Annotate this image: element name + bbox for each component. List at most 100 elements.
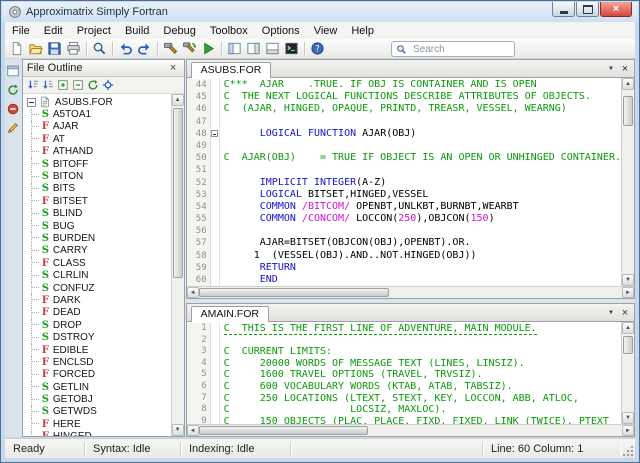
outline-item-enclsd[interactable]: FENCLSD xyxy=(23,356,171,368)
scroll-right-icon[interactable]: ► xyxy=(622,287,634,298)
collapse-icon[interactable] xyxy=(27,98,36,107)
code-line-57[interactable]: 57 AJAR=BITSET(OBJCON(OBJ),OPENBT).OR. xyxy=(187,237,621,249)
scroll-track[interactable] xyxy=(199,287,622,298)
scroll-left-icon[interactable]: ◄ xyxy=(187,287,199,298)
outline-item-bitset[interactable]: FBITSET xyxy=(23,195,171,207)
code-line-4[interactable]: 4C 20000 WORDS OF MESSAGE TEXT (LINES, L… xyxy=(187,358,621,370)
menu-help[interactable]: Help xyxy=(344,24,381,38)
outline-item-bits[interactable]: SBITS xyxy=(23,183,171,195)
scroll-up-icon[interactable]: ▲ xyxy=(622,78,634,90)
code-line-1[interactable]: 1C THIS IS THE FIRST LINE OF ADVENTURE, … xyxy=(187,323,621,335)
find-button[interactable] xyxy=(90,40,109,58)
code-line-45[interactable]: 45C THE NEXT LOGICAL FUNCTIONS DESCRIBE … xyxy=(187,91,621,103)
code-line-47[interactable]: 47 xyxy=(187,116,621,128)
scroll-thumb[interactable] xyxy=(623,96,633,126)
redo-button[interactable] xyxy=(135,40,154,58)
editor-hscrollbar[interactable]: ◄ ► xyxy=(187,424,634,436)
outline-item-bitoff[interactable]: SBITOFF xyxy=(23,158,171,170)
code-area-asubs[interactable]: 44C*** AJAR .TRUE. IF OBJ IS CONTAINER A… xyxy=(187,78,621,286)
rebuild-button[interactable] xyxy=(180,40,199,58)
code-line-2[interactable]: 2 xyxy=(187,335,621,347)
code-line-6[interactable]: 6C 600 VOCABULARY WORDS (KTAB, ATAB, TAB… xyxy=(187,381,621,393)
outline-item-getobj[interactable]: SGETOBJ xyxy=(23,393,171,405)
scroll-down-icon[interactable]: ▼ xyxy=(622,274,634,286)
menu-view[interactable]: View xyxy=(307,24,345,38)
code-line-9[interactable]: 9C 150 OBJECTS (PLAC, PLACE, FIXD, FIXED… xyxy=(187,416,621,424)
toggle-build-output-button[interactable] xyxy=(263,40,282,58)
code-line-60[interactable]: 60 END xyxy=(187,274,621,286)
outline-root-item[interactable]: ASUBS.FOR xyxy=(23,96,171,108)
build-button[interactable] xyxy=(161,40,180,58)
code-line-44[interactable]: 44C*** AJAR .TRUE. IF OBJ IS CONTAINER A… xyxy=(187,79,621,91)
outline-item-forced[interactable]: FFORCED xyxy=(23,369,171,381)
toggle-project-outline-button[interactable] xyxy=(225,40,244,58)
refresh-outline-button[interactable] xyxy=(5,82,21,98)
outline-item-confuz[interactable]: SCONFUZ xyxy=(23,282,171,294)
menu-edit[interactable]: Edit xyxy=(37,24,70,38)
tab-list-icon[interactable] xyxy=(604,306,618,320)
open-file-button[interactable] xyxy=(26,40,45,58)
run-button[interactable] xyxy=(199,40,218,58)
scroll-up-icon[interactable]: ▲ xyxy=(172,94,184,106)
outline-item-getlin[interactable]: SGETLIN xyxy=(23,381,171,393)
menu-toolbox[interactable]: Toolbox xyxy=(203,24,255,38)
expand-all-button[interactable] xyxy=(56,78,71,93)
project-files-button[interactable] xyxy=(5,63,21,79)
maximize-button[interactable] xyxy=(576,2,599,17)
code-line-52[interactable]: 52 IMPLICIT INTEGER(A-Z) xyxy=(187,177,621,189)
new-file-button[interactable] xyxy=(7,40,26,58)
panel-close-icon[interactable] xyxy=(167,62,180,75)
outline-scrollbar[interactable]: ▲ ▼ xyxy=(171,94,184,436)
code-line-53[interactable]: 53 LOGICAL BITSET,HINGED,VESSEL xyxy=(187,189,621,201)
code-line-8[interactable]: 8C LOCSIZ, MAXLOC). xyxy=(187,404,621,416)
toggle-file-outline-button[interactable] xyxy=(244,40,263,58)
build-errors-button[interactable] xyxy=(5,101,21,117)
outline-item-biton[interactable]: SBITON xyxy=(23,170,171,182)
code-line-55[interactable]: 55 COMMON /CONCOM/ LOCCON(250),OBJCON(15… xyxy=(187,213,621,225)
code-line-51[interactable]: 51 xyxy=(187,164,621,176)
outline-item-blind[interactable]: SBLIND xyxy=(23,208,171,220)
tab-list-icon[interactable] xyxy=(604,62,618,76)
scroll-down-icon[interactable]: ▼ xyxy=(172,424,184,436)
fold-collapse-icon[interactable] xyxy=(211,130,218,137)
editor-tab-amain[interactable]: AMAIN.FOR xyxy=(191,306,269,322)
code-line-50[interactable]: 50C AJAR(OBJ) = TRUE IF OBJECT IS AN OPE… xyxy=(187,152,621,164)
minimize-button[interactable] xyxy=(552,2,575,17)
scroll-track[interactable] xyxy=(172,106,184,424)
outline-item-burden[interactable]: SBURDEN xyxy=(23,232,171,244)
outline-item-class[interactable]: FCLASS xyxy=(23,257,171,269)
code-line-5[interactable]: 5C 1600 TRAVEL OPTIONS (TRAVEL, TRVSIZ). xyxy=(187,369,621,381)
help-button[interactable]: ? xyxy=(308,40,327,58)
code-line-48[interactable]: 48 LOGICAL FUNCTION AJAR(OBJ) xyxy=(187,128,621,140)
tab-close-icon[interactable] xyxy=(618,62,632,76)
outline-item-hinged[interactable]: FHINGED xyxy=(23,431,171,436)
code-line-59[interactable]: 59 RETURN xyxy=(187,262,621,274)
scroll-thumb[interactable] xyxy=(199,426,368,435)
outline-item-ajar[interactable]: FAJAR xyxy=(23,121,171,133)
outline-item-bug[interactable]: SBUG xyxy=(23,220,171,232)
scroll-right-icon[interactable]: ► xyxy=(622,425,634,436)
code-line-56[interactable]: 56 xyxy=(187,225,621,237)
title-bar[interactable]: Approximatrix Simply Fortran xyxy=(2,2,638,22)
editor-vscrollbar[interactable]: ▲ ▼ xyxy=(621,322,634,424)
outline-item-drop[interactable]: SDROP xyxy=(23,319,171,331)
code-area-amain[interactable]: 1C THIS IS THE FIRST LINE OF ADVENTURE, … xyxy=(187,322,621,424)
code-line-7[interactable]: 7C 250 LOCATIONS (LTEXT, STEXT, KEY, LOC… xyxy=(187,393,621,405)
scroll-thumb[interactable] xyxy=(173,108,183,278)
menu-debug[interactable]: Debug xyxy=(156,24,202,38)
scroll-track[interactable] xyxy=(622,334,634,412)
outline-item-dark[interactable]: FDARK xyxy=(23,294,171,306)
collapse-all-button[interactable] xyxy=(71,78,86,93)
scroll-up-icon[interactable]: ▲ xyxy=(622,322,634,334)
menu-file[interactable]: File xyxy=(5,24,37,38)
outline-item-athand[interactable]: FATHAND xyxy=(23,146,171,158)
outline-item-a5toa1[interactable]: SA5TOA1 xyxy=(23,108,171,120)
save-file-button[interactable] xyxy=(45,40,64,58)
resize-grip[interactable] xyxy=(621,444,635,458)
outline-item-getwds[interactable]: SGETWDS xyxy=(23,406,171,418)
search-input[interactable] xyxy=(411,43,510,56)
code-line-49[interactable]: 49 xyxy=(187,140,621,152)
code-line-58[interactable]: 58 1 (VESSEL(OBJ).AND..NOT.HINGED(OBJ)) xyxy=(187,250,621,262)
outline-item-dstroy[interactable]: SDSTROY xyxy=(23,331,171,343)
print-button[interactable] xyxy=(64,40,83,58)
